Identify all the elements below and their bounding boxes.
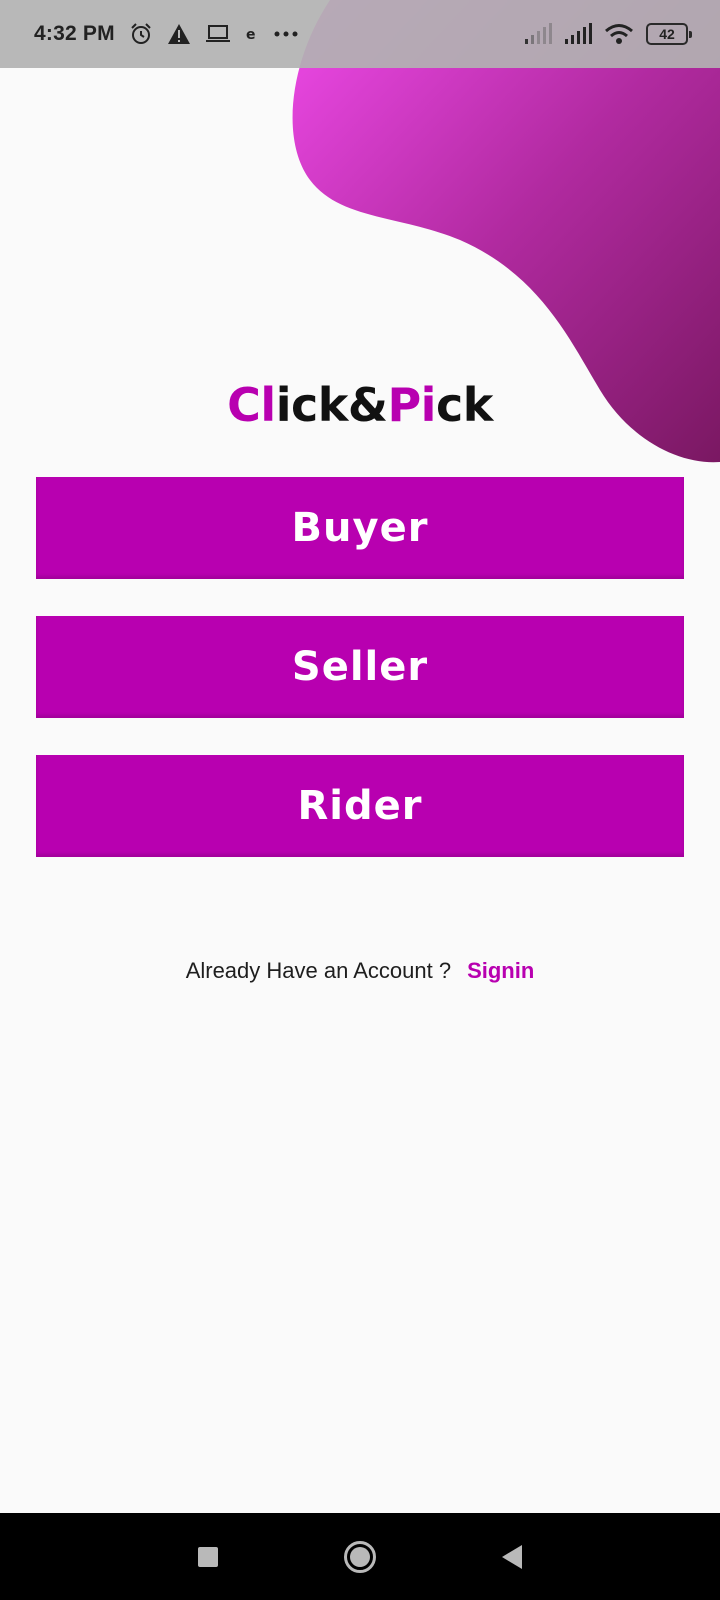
svg-text:e: e (246, 27, 256, 42)
buyer-button[interactable]: Buyer (36, 477, 684, 579)
app-logo: Click&Pick (0, 378, 720, 432)
app-screen: 4:32 PM e 42 Click&Pick Buyer Seller Rid… (0, 0, 720, 1600)
logo-part-ick: ick (275, 378, 349, 432)
logo-part-cl: Cl (227, 378, 276, 432)
more-dots-icon (273, 30, 299, 38)
status-time: 4:32 PM (34, 22, 115, 45)
status-right-icons: 42 (524, 23, 692, 45)
status-left-icons: e (129, 22, 299, 46)
signin-question: Already Have an Account ? (185, 958, 452, 983)
alarm-icon (129, 22, 153, 46)
rider-button[interactable]: Rider (36, 755, 684, 857)
seller-button[interactable]: Seller (36, 616, 684, 718)
home-button[interactable] (340, 1537, 380, 1577)
app-notification-icon: e (245, 26, 259, 42)
logo-part-pi: Pi (387, 378, 436, 432)
signal-icon (564, 23, 592, 45)
logo-part-ampersand: & (347, 378, 388, 432)
signin-prompt: Already Have an Account ? Signin (0, 958, 720, 984)
status-bar: 4:32 PM e 42 (0, 0, 720, 68)
signal-weak-icon (524, 23, 552, 45)
back-triangle-icon (502, 1544, 522, 1569)
recents-square-icon (198, 1546, 218, 1567)
wifi-icon (604, 23, 634, 45)
logo-part-ck: ck (435, 378, 493, 432)
navigation-bar (0, 1513, 720, 1600)
home-circle-icon (344, 1540, 376, 1573)
warning-icon (167, 23, 191, 45)
laptop-icon (205, 24, 231, 44)
battery-indicator: 42 (646, 23, 692, 45)
signin-link[interactable]: Signin (467, 958, 534, 983)
recents-button[interactable] (188, 1537, 228, 1577)
back-button[interactable] (492, 1537, 532, 1577)
